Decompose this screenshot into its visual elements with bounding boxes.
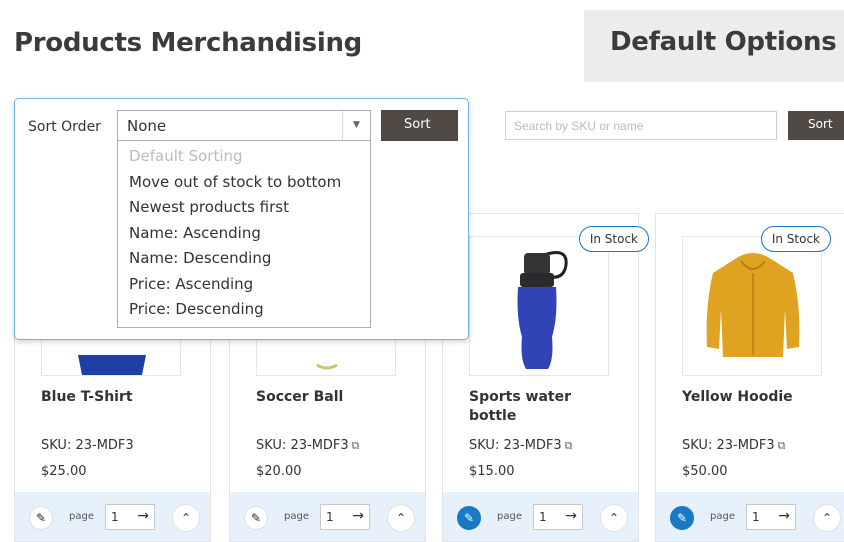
sort-order-selected: None [127, 117, 167, 135]
sort-option[interactable]: Move out of stock to bottom [118, 173, 370, 199]
page-label: page [69, 511, 94, 522]
sort-option[interactable]: Newest products first [118, 198, 370, 224]
product-sku: SKU: 23-MDF3 ⧉ [469, 438, 573, 453]
pin-icon[interactable]: ✎ [457, 506, 481, 530]
product-sku: SKU: 23-MDF3 [41, 438, 134, 453]
stock-badge: In Stock [760, 226, 831, 252]
sort-options-list: Default Sorting Move out of stock to bot… [117, 141, 371, 328]
product-price: $15.00 [469, 464, 515, 479]
sort-order-select[interactable]: None ▼ [117, 110, 371, 141]
sku-text: SKU: 23-MDF3 [682, 438, 775, 453]
copy-icon[interactable]: ⧉ [565, 439, 573, 452]
copy-icon[interactable]: ⧉ [778, 439, 786, 452]
sort-order-popup: Sort Order None ▼ Sort Default Sorting M… [14, 98, 469, 340]
card-footer: ✎ page 1 → ⌃ [443, 492, 638, 541]
sku-text: SKU: 23-MDF3 [41, 438, 134, 453]
page-label: page [497, 511, 522, 522]
search-input[interactable] [505, 111, 777, 140]
product-sku: SKU: 23-MDF3 ⧉ [682, 438, 786, 453]
sort-option[interactable]: Price: Ascending [118, 275, 370, 301]
pin-icon[interactable]: ✎ [244, 506, 268, 530]
product-name[interactable]: Yellow Hoodie [682, 388, 832, 407]
card-footer: ✎ page 1 → ⌃ [230, 492, 425, 541]
product-card[interactable]: In Stock Sports water bottle SKU: 23-MDF… [442, 213, 649, 542]
sort-option[interactable]: Name: Ascending [118, 224, 370, 250]
page-input[interactable]: 1 → [320, 504, 370, 530]
page-title: Products Merchandising [14, 28, 362, 58]
water-bottle-image [517, 251, 568, 369]
pin-icon[interactable]: ✎ [29, 506, 53, 530]
sort-option[interactable]: Price: Descending [118, 300, 370, 326]
arrow-right-icon[interactable]: → [137, 508, 149, 524]
chevron-up-icon[interactable]: ⌃ [813, 504, 841, 532]
page-label: page [710, 511, 735, 522]
product-price: $50.00 [682, 464, 728, 479]
card-footer: ✎ page 1 → ⌃ [15, 492, 210, 541]
chevron-up-icon[interactable]: ⌃ [172, 504, 200, 532]
product-price: $25.00 [41, 464, 87, 479]
chevron-up-icon[interactable]: ⌃ [387, 504, 415, 532]
sort-order-label: Sort Order [28, 119, 101, 135]
page-value: 1 [111, 510, 119, 524]
arrow-right-icon[interactable]: → [352, 508, 364, 524]
pin-icon[interactable]: ✎ [670, 506, 694, 530]
page-value: 1 [752, 510, 760, 524]
page-input[interactable]: 1 → [533, 504, 583, 530]
sku-text: SKU: 23-MDF3 [256, 438, 349, 453]
page-input[interactable]: 1 → [746, 504, 796, 530]
page-input[interactable]: 1 → [105, 504, 155, 530]
hoodie-image [706, 253, 800, 357]
stock-badge: In Stock [578, 226, 649, 252]
caret-down-icon[interactable]: ▼ [342, 111, 370, 140]
page-label: page [284, 511, 309, 522]
sort-option[interactable]: Name: Descending [118, 249, 370, 275]
product-price: $20.00 [256, 464, 302, 479]
product-sku: SKU: 23-MDF3 ⧉ [256, 438, 360, 453]
default-options-button[interactable]: Default Options [584, 10, 844, 82]
card-footer: ✎ page 1 → ⌃ [656, 492, 844, 541]
product-image [469, 236, 609, 376]
sku-text: SKU: 23-MDF3 [469, 438, 562, 453]
product-card[interactable]: In Stock Yellow Hoodie SKU: 23-MDF3 ⧉ $50… [655, 213, 844, 542]
product-name[interactable]: Sports water bottle [469, 388, 619, 426]
chevron-up-icon[interactable]: ⌃ [600, 504, 628, 532]
copy-icon[interactable]: ⧉ [352, 439, 360, 452]
product-image [682, 236, 822, 376]
product-name[interactable]: Soccer Ball [256, 388, 406, 407]
arrow-right-icon[interactable]: → [565, 508, 577, 524]
arrow-right-icon[interactable]: → [778, 508, 790, 524]
page-value: 1 [326, 510, 334, 524]
product-name[interactable]: Blue T-Shirt [41, 388, 191, 407]
page-value: 1 [539, 510, 547, 524]
sort-option: Default Sorting [129, 147, 243, 165]
sort-button[interactable]: Sort [381, 110, 458, 141]
search-sort-button[interactable]: Sort [788, 111, 844, 140]
